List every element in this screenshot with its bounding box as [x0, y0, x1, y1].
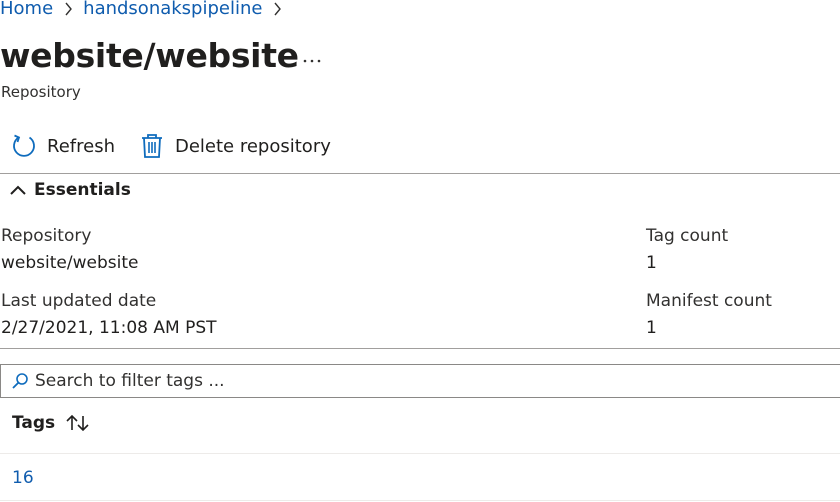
delete-repository-label: Delete repository	[174, 135, 331, 157]
chevron-right-icon	[262, 2, 292, 16]
search-input[interactable]	[35, 371, 840, 391]
essentials-divider	[0, 348, 840, 349]
essentials-toggle[interactable]: Essentials	[8, 180, 131, 200]
last-updated-label: Last updated date	[1, 291, 157, 311]
refresh-button[interactable]: Refresh	[9, 131, 115, 161]
page-title: website/website	[0, 36, 299, 75]
delete-repository-button[interactable]: Delete repository	[137, 131, 331, 161]
refresh-label: Refresh	[47, 135, 115, 157]
table-row-divider	[0, 500, 840, 501]
page-subtitle: Repository	[1, 83, 81, 101]
breadcrumb: Home handsonakspipeline	[0, 0, 292, 19]
breadcrumb-home-link[interactable]: Home	[0, 0, 53, 19]
table-header-divider	[0, 453, 840, 454]
chevron-up-icon	[8, 180, 28, 200]
table-row-tag-link[interactable]: 16	[12, 468, 34, 488]
search-icon	[5, 372, 35, 390]
toolbar-divider	[0, 173, 840, 174]
tags-column-label: Tags	[12, 413, 56, 433]
command-bar: Refresh Delete repository	[0, 130, 331, 162]
tag-search-box[interactable]	[0, 364, 840, 398]
refresh-icon	[9, 131, 39, 161]
manifest-count-value: 1	[646, 318, 657, 338]
manifest-count-label: Manifest count	[646, 291, 772, 311]
tag-count-label: Tag count	[646, 226, 729, 246]
more-options-button[interactable]	[298, 44, 326, 72]
repository-label: Repository	[1, 226, 92, 246]
chevron-right-icon	[53, 2, 83, 16]
tags-column-header[interactable]: Tags	[12, 413, 91, 433]
essentials-label: Essentials	[34, 180, 131, 200]
repository-page: Home handsonakspipeline website/website …	[0, 0, 840, 502]
trash-icon	[137, 131, 167, 161]
sort-icon	[65, 413, 91, 433]
tag-count-value: 1	[646, 253, 657, 273]
breadcrumb-registry-link[interactable]: handsonakspipeline	[83, 0, 262, 19]
last-updated-value: 2/27/2021, 11:08 AM PST	[1, 318, 217, 338]
more-icon	[302, 49, 322, 68]
repository-value: website/website	[1, 253, 139, 273]
